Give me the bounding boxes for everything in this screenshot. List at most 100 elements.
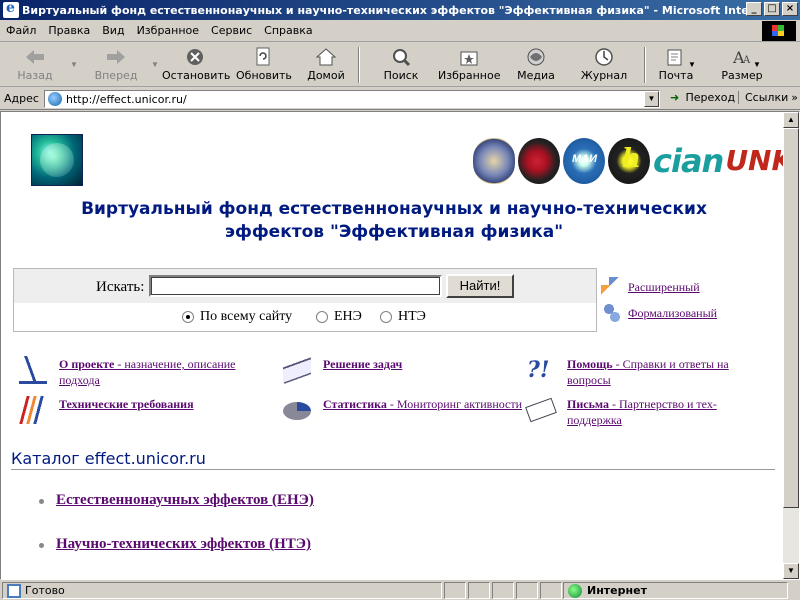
help-link[interactable]: Помощь - Справки и ответы на вопросы bbox=[527, 356, 767, 388]
media-button[interactable]: Медиа bbox=[516, 47, 556, 82]
h-emblem-logo[interactable] bbox=[608, 138, 650, 184]
cubes-icon bbox=[601, 277, 623, 297]
search-icon bbox=[393, 49, 411, 67]
back-arrow-icon bbox=[26, 50, 44, 64]
go-arrow-icon: ➜ bbox=[670, 91, 680, 104]
requirements-title[interactable]: Технические требования bbox=[59, 397, 194, 411]
forward-button[interactable]: Вперед bbox=[92, 47, 140, 82]
close-button[interactable]: × bbox=[782, 2, 798, 16]
about-link[interactable]: О проекте - назначение, описание подхода bbox=[19, 356, 259, 388]
search-input[interactable] bbox=[149, 275, 442, 297]
formal-search-label[interactable]: Формализованый bbox=[628, 306, 717, 321]
menu-file[interactable]: Файл bbox=[0, 24, 42, 37]
page-icon bbox=[48, 92, 62, 106]
go-label: Переход bbox=[685, 91, 736, 104]
mail-dropdown-icon[interactable]: ▼ bbox=[688, 60, 696, 69]
title-bar: Виртуальный фонд естественнонаучных и на… bbox=[0, 0, 800, 20]
text-size-icon: AA bbox=[732, 48, 751, 67]
maximize-button[interactable]: □ bbox=[764, 2, 780, 16]
molecule-icon bbox=[601, 303, 623, 323]
find-button[interactable]: Найти! bbox=[446, 274, 514, 298]
page-title-line2: эффектов "Эффективная физика" bbox=[224, 222, 564, 242]
radio-unchecked-icon bbox=[316, 311, 328, 323]
letters-title[interactable]: Письма bbox=[567, 397, 609, 411]
bullet-icon bbox=[39, 499, 44, 504]
stop-button[interactable]: Остановить bbox=[162, 47, 230, 82]
letters-link[interactable]: Письма - Партнерство и тех-поддержка bbox=[525, 396, 767, 428]
go-button[interactable]: ➜ Переход bbox=[670, 91, 735, 104]
radio-checked-icon bbox=[182, 311, 194, 323]
toolbar-separator bbox=[358, 47, 360, 83]
address-input[interactable]: http://effect.unicor.ru/ ▼ bbox=[44, 90, 660, 108]
forward-dropdown-icon[interactable]: ▼ bbox=[151, 60, 159, 69]
history-label: Журнал bbox=[580, 69, 628, 82]
statistics-desc[interactable]: - Мониторинг активности bbox=[387, 397, 522, 411]
scroll-thumb[interactable] bbox=[783, 128, 799, 508]
back-dropdown-icon[interactable]: ▼ bbox=[70, 60, 78, 69]
svg-text:A: A bbox=[742, 55, 751, 66]
home-label: Домой bbox=[307, 69, 345, 82]
advanced-search-label[interactable]: Расширенный bbox=[628, 280, 700, 295]
about-title[interactable]: О проекте bbox=[59, 357, 114, 371]
requirements-link[interactable]: Технические требования bbox=[15, 396, 259, 424]
menu-tools[interactable]: Сервис bbox=[205, 24, 258, 37]
statistics-title[interactable]: Статистика bbox=[323, 397, 387, 411]
search-label: Поиск bbox=[383, 69, 419, 82]
toolbar-separator bbox=[644, 47, 646, 83]
red-black-emblem-logo[interactable] bbox=[518, 138, 560, 184]
statistics-link[interactable]: Статистика - Мониторинг активности bbox=[283, 396, 523, 420]
catalog-nte-link[interactable]: Научно-технических эффектов (НТЭ) bbox=[56, 536, 311, 553]
scroll-up-button[interactable]: ▲ bbox=[783, 112, 799, 128]
problems-title[interactable]: Решение задач bbox=[323, 357, 402, 371]
page-done-icon bbox=[7, 583, 21, 598]
status-cell bbox=[444, 582, 466, 599]
mail-label: Почта bbox=[658, 69, 694, 82]
history-button[interactable]: Журнал bbox=[580, 47, 628, 82]
links-button[interactable]: Ссылки» bbox=[738, 91, 798, 104]
radio-unchecked-icon bbox=[380, 311, 392, 323]
vertical-scrollbar[interactable]: ▲ ▼ bbox=[783, 112, 799, 579]
back-button[interactable]: Назад bbox=[14, 47, 56, 82]
menu-view[interactable]: Вид bbox=[96, 24, 130, 37]
size-dropdown-icon[interactable]: ▼ bbox=[753, 60, 761, 69]
page-viewport: cian UNK Виртуальный фонд естественнонау… bbox=[0, 111, 800, 580]
back-label: Назад bbox=[17, 69, 53, 82]
menu-edit[interactable]: Правка bbox=[42, 24, 96, 37]
globe-logo[interactable] bbox=[31, 134, 83, 186]
envelope-icon bbox=[525, 397, 557, 423]
search-button[interactable]: Поиск bbox=[382, 47, 420, 82]
mai-logo[interactable] bbox=[563, 138, 605, 184]
address-url[interactable]: http://effect.unicor.ru/ bbox=[66, 93, 187, 106]
help-title[interactable]: Помощь bbox=[567, 357, 613, 371]
minimize-button[interactable]: _ bbox=[746, 2, 762, 16]
page-title-line1: Виртуальный фонд естественнонаучных и на… bbox=[81, 199, 707, 219]
address-bar: Адрес http://effect.unicor.ru/ ▼ ➜ Перех… bbox=[0, 88, 800, 110]
favorites-button[interactable]: Избранное bbox=[438, 47, 500, 82]
feature-links: О проекте - назначение, описание подхода… bbox=[15, 356, 779, 436]
advanced-search-link[interactable]: Расширенный bbox=[601, 274, 717, 300]
scope-ene-radio[interactable]: ЕНЭ bbox=[316, 309, 362, 325]
favorites-label: Избранное bbox=[438, 69, 501, 82]
search-row: Искать: Найти! bbox=[14, 269, 596, 303]
home-button[interactable]: Домой bbox=[306, 47, 346, 82]
problems-link[interactable]: Решение задач bbox=[283, 356, 523, 384]
scope-all-radio[interactable]: По всему сайту bbox=[182, 309, 292, 325]
forward-label: Вперед bbox=[94, 69, 138, 82]
catalog-heading: Каталог effect.unicor.ru bbox=[11, 449, 206, 468]
formal-search-link[interactable]: Формализованый bbox=[601, 300, 717, 326]
advanced-search-links: Расширенный Формализованый bbox=[601, 274, 717, 326]
refresh-icon bbox=[256, 47, 270, 66]
menu-help[interactable]: Справка bbox=[258, 24, 318, 37]
catalog-ene-link[interactable]: Естественнонаучных эффектов (ЕНЭ) bbox=[56, 492, 314, 509]
status-bar: Готово Интернет bbox=[0, 580, 800, 600]
scroll-down-button[interactable]: ▼ bbox=[783, 563, 799, 579]
refresh-button[interactable]: Обновить bbox=[236, 47, 292, 82]
help-icon bbox=[527, 356, 555, 384]
address-dropdown-button[interactable]: ▼ bbox=[644, 91, 659, 107]
scope-nte-radio[interactable]: НТЭ bbox=[380, 309, 426, 325]
favorites-icon bbox=[460, 51, 478, 66]
cian-logo[interactable]: cian bbox=[653, 138, 724, 184]
university-emblem-logo[interactable] bbox=[473, 138, 515, 184]
address-label: Адрес bbox=[4, 92, 39, 105]
menu-favorites[interactable]: Избранное bbox=[131, 24, 205, 37]
